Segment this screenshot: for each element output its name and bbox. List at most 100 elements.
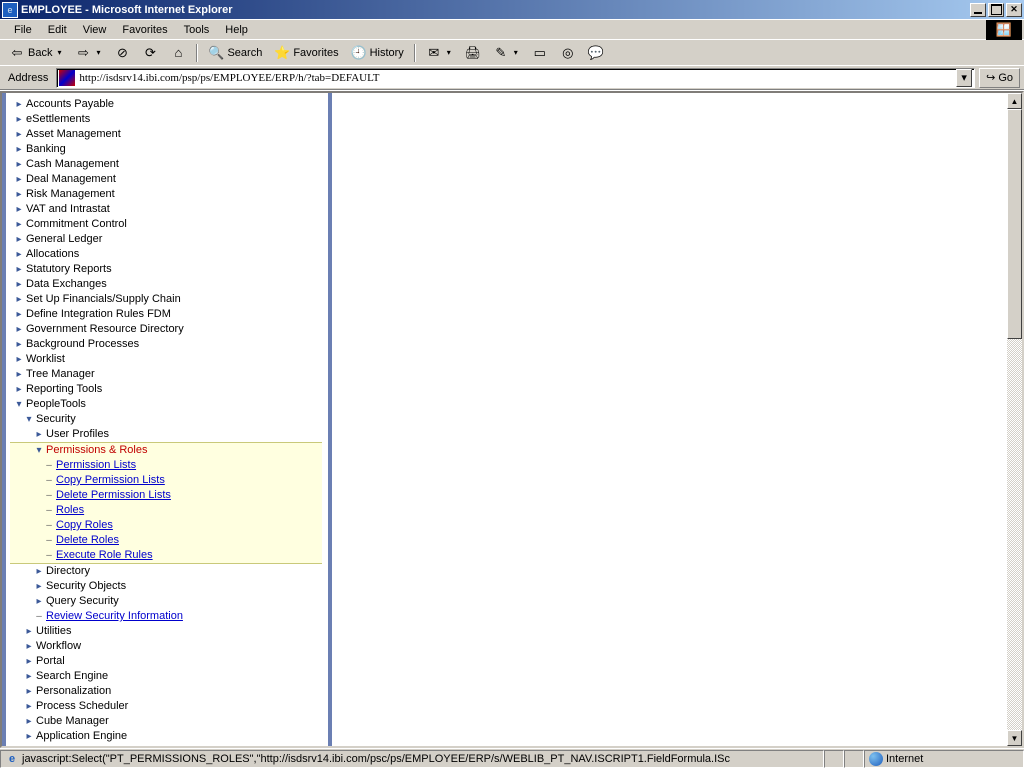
address-field[interactable]: ▾: [56, 68, 975, 88]
nav-item-portal[interactable]: Portal: [10, 654, 328, 669]
nav-item-execute-role-rules[interactable]: Execute Role Rules: [10, 548, 322, 563]
back-button[interactable]: ⇦Back▾: [4, 42, 68, 64]
messenger-button[interactable]: 💬: [583, 42, 609, 64]
nav-item-copy-permission-lists[interactable]: Copy Permission Lists: [10, 473, 322, 488]
nav-item-commitment-control[interactable]: Commitment Control: [10, 217, 328, 232]
expand-icon[interactable]: [14, 205, 24, 215]
menu-help[interactable]: Help: [217, 22, 256, 38]
nav-item-copy-roles[interactable]: Copy Roles: [10, 518, 322, 533]
nav-item-esettlements[interactable]: eSettlements: [10, 112, 328, 127]
nav-link[interactable]: Copy Roles: [56, 518, 113, 533]
nav-item-delete-permission-lists[interactable]: Delete Permission Lists: [10, 488, 322, 503]
expand-icon[interactable]: [24, 687, 34, 697]
expand-icon[interactable]: [14, 220, 24, 230]
address-dropdown-button[interactable]: ▾: [956, 69, 972, 87]
nav-link[interactable]: Copy Permission Lists: [56, 473, 165, 488]
nav-item-directory[interactable]: Directory: [10, 564, 328, 579]
history-button[interactable]: 🕘History: [346, 42, 409, 64]
expand-icon[interactable]: [14, 250, 24, 260]
nav-link[interactable]: Roles: [56, 503, 84, 518]
refresh-button[interactable]: ⟳: [137, 42, 163, 64]
mail-button[interactable]: ✉▾: [421, 42, 458, 64]
nav-item-security-objects[interactable]: Security Objects: [10, 579, 328, 594]
expand-icon[interactable]: [14, 310, 24, 320]
expand-icon[interactable]: [14, 355, 24, 365]
expand-icon[interactable]: [24, 702, 34, 712]
expand-icon[interactable]: [14, 145, 24, 155]
nav-item-user-profiles[interactable]: User Profiles: [10, 427, 328, 442]
print-button[interactable]: 🖨: [460, 42, 486, 64]
scroll-track[interactable]: [1007, 109, 1022, 730]
nav-link[interactable]: Review Security Information: [46, 609, 183, 624]
nav-item-delete-roles[interactable]: Delete Roles: [10, 533, 322, 548]
dropdown-icon[interactable]: ▾: [445, 48, 453, 57]
nav-item-review-security-information[interactable]: Review Security Information: [10, 609, 328, 624]
nav-item-process-scheduler[interactable]: Process Scheduler: [10, 699, 328, 714]
nav-item-set-up-financials-supply-chain[interactable]: Set Up Financials/Supply Chain: [10, 292, 328, 307]
nav-item-banking[interactable]: Banking: [10, 142, 328, 157]
nav-item-tree-manager[interactable]: Tree Manager: [10, 367, 328, 382]
expand-icon[interactable]: [24, 627, 34, 637]
nav-item-risk-management[interactable]: Risk Management: [10, 187, 328, 202]
expand-icon[interactable]: [14, 280, 24, 290]
favorites-button[interactable]: ⭐Favorites: [269, 42, 343, 64]
nav-item-cash-management[interactable]: Cash Management: [10, 157, 328, 172]
nav-link[interactable]: Delete Roles: [56, 533, 119, 548]
scroll-thumb[interactable]: [1007, 109, 1022, 339]
nav-item-security[interactable]: Security: [10, 412, 328, 427]
nav-item-government-resource-directory[interactable]: Government Resource Directory: [10, 322, 328, 337]
maximize-button[interactable]: [988, 3, 1004, 17]
expand-icon[interactable]: [34, 597, 44, 607]
expand-icon[interactable]: [14, 325, 24, 335]
expand-icon[interactable]: [14, 265, 24, 275]
expand-icon[interactable]: [14, 385, 24, 395]
expand-icon[interactable]: [24, 672, 34, 682]
expand-icon[interactable]: [24, 732, 34, 742]
expand-icon[interactable]: [14, 295, 24, 305]
nav-item-application-engine[interactable]: Application Engine: [10, 729, 328, 744]
expand-icon[interactable]: [14, 370, 24, 380]
nav-item-statutory-reports[interactable]: Statutory Reports: [10, 262, 328, 277]
nav-item-worklist[interactable]: Worklist: [10, 352, 328, 367]
expand-icon[interactable]: [14, 235, 24, 245]
nav-item-workflow[interactable]: Workflow: [10, 639, 328, 654]
expand-icon[interactable]: [14, 340, 24, 350]
nav-item-permission-lists[interactable]: Permission Lists: [10, 458, 322, 473]
expand-icon[interactable]: [34, 582, 44, 592]
home-button[interactable]: ⌂: [165, 42, 191, 64]
nav-link[interactable]: Permission Lists: [56, 458, 136, 473]
menu-file[interactable]: File: [6, 22, 40, 38]
nav-item-define-integration-rules-fdm[interactable]: Define Integration Rules FDM: [10, 307, 328, 322]
nav-link[interactable]: Delete Permission Lists: [56, 488, 171, 503]
search-button[interactable]: 🔍Search: [203, 42, 267, 64]
expand-icon[interactable]: [14, 160, 24, 170]
expand-icon[interactable]: [24, 717, 34, 727]
nav-item-allocations[interactable]: Allocations: [10, 247, 328, 262]
nav-item-roles[interactable]: Roles: [10, 503, 322, 518]
expand-icon[interactable]: [34, 567, 44, 577]
nav-item-vat-and-intrastat[interactable]: VAT and Intrastat: [10, 202, 328, 217]
expand-icon[interactable]: [24, 642, 34, 652]
vertical-scrollbar[interactable]: ▲ ▼: [1006, 93, 1022, 746]
nav-item-general-ledger[interactable]: General Ledger: [10, 232, 328, 247]
nav-item-data-exchanges[interactable]: Data Exchanges: [10, 277, 328, 292]
expand-icon[interactable]: [14, 175, 24, 185]
menu-favorites[interactable]: Favorites: [114, 22, 175, 38]
nav-item-cube-manager[interactable]: Cube Manager: [10, 714, 328, 729]
menu-tools[interactable]: Tools: [176, 22, 218, 38]
minimize-button[interactable]: [970, 3, 986, 17]
menu-edit[interactable]: Edit: [40, 22, 75, 38]
nav-item-personalization[interactable]: Personalization: [10, 684, 328, 699]
dropdown-icon[interactable]: ▾: [512, 48, 520, 57]
discuss-button[interactable]: ▭: [527, 42, 553, 64]
collapse-icon[interactable]: [24, 415, 34, 425]
nav-item-accounts-payable[interactable]: Accounts Payable: [10, 97, 328, 112]
nav-item-asset-management[interactable]: Asset Management: [10, 127, 328, 142]
dropdown-icon[interactable]: ▾: [94, 48, 102, 57]
nav-item-utilities[interactable]: Utilities: [10, 624, 328, 639]
dropdown-icon[interactable]: ▾: [55, 48, 63, 57]
collapse-icon[interactable]: [34, 446, 44, 456]
edit-button[interactable]: ✎▾: [488, 42, 525, 64]
expand-icon[interactable]: [24, 657, 34, 667]
collapse-icon[interactable]: [14, 400, 24, 410]
